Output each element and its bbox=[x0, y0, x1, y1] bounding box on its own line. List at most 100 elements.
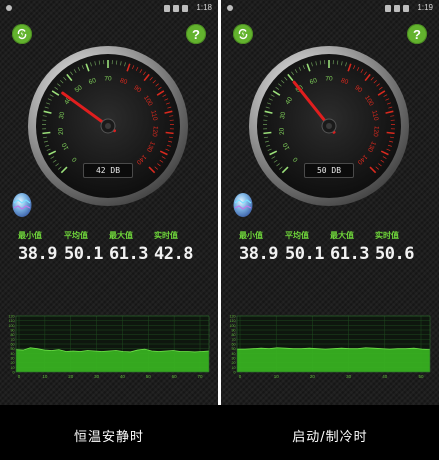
stat-label: 最小值 bbox=[18, 231, 42, 240]
stat-realtime: 实时值 42.8 bbox=[154, 230, 204, 264]
stat-min: 最小值 38.9 bbox=[18, 230, 68, 264]
chart-x-tick-label: 30 bbox=[94, 374, 100, 379]
chart-x-tick-label: 70 bbox=[197, 374, 203, 379]
signal-icon bbox=[385, 4, 391, 12]
gauge-tick bbox=[386, 131, 395, 135]
gauge-reading: 42 DB bbox=[83, 163, 133, 178]
chart-x-tick-label: 30 bbox=[346, 374, 352, 379]
refresh-bolt-icon bbox=[17, 28, 27, 40]
chart-x-tick-label: 0 bbox=[18, 374, 21, 379]
chart-y-tick-label: 40 bbox=[232, 352, 236, 356]
chart-area-series bbox=[237, 347, 430, 372]
stat-value: 38.9 bbox=[239, 244, 278, 264]
chart-y-tick-label: 110 bbox=[230, 319, 236, 323]
sound-level-gauge: 0102030405060708090100110120130140 bbox=[28, 46, 188, 206]
stat-max: 最大值 61.3 bbox=[109, 230, 159, 264]
caption-right: 启动/制冷时 bbox=[292, 430, 368, 445]
stat-label: 最大值 bbox=[330, 231, 354, 240]
gauge-tick-label: 70 bbox=[104, 76, 112, 83]
chart-x-tick-label: 40 bbox=[120, 374, 126, 379]
caption-left: 恒温安静时 bbox=[73, 430, 144, 445]
chart-y-tick-label: 20 bbox=[232, 361, 236, 365]
chart-y-tick-label: 30 bbox=[11, 357, 15, 361]
chart-x-tick-label: 50 bbox=[418, 374, 424, 379]
chart-y-tick-label: 90 bbox=[11, 329, 15, 333]
refresh-bolt-icon bbox=[238, 28, 248, 40]
caption-bar: 恒温安静时 启动/制冷时 bbox=[0, 405, 439, 460]
chart-y-tick-label: 10 bbox=[11, 366, 15, 370]
decibel-history-chart: 12011010090807060504030201000 10 20 30 40 50 6… bbox=[9, 315, 210, 379]
notification-icon bbox=[6, 5, 12, 11]
gauge-tick-label: 20 bbox=[57, 127, 65, 135]
chart-y-tick-label: 0 bbox=[234, 371, 236, 375]
status-bar: 1:18 bbox=[0, 0, 218, 16]
chart-y-tick-label: 60 bbox=[11, 343, 15, 347]
stats-row: 最小值 38.9 平均值 50.1 最大值 61.3 实时值 42.8 bbox=[0, 230, 218, 270]
gauge-tick-label: 20 bbox=[278, 127, 286, 135]
chart-x-tick-label: 10 bbox=[42, 374, 48, 379]
help-button[interactable]: ? bbox=[407, 24, 427, 44]
chart-y-tick-label: 70 bbox=[232, 338, 236, 342]
gauge-reading: 50 DB bbox=[304, 163, 354, 178]
stat-realtime: 实时值 50.6 bbox=[375, 230, 425, 264]
chart-y-tick-label: 100 bbox=[230, 324, 236, 328]
chart-y-tick-label: 80 bbox=[232, 333, 236, 337]
status-bar: 1:19 bbox=[221, 0, 439, 16]
stat-value: 42.8 bbox=[154, 244, 193, 264]
stat-value: 61.3 bbox=[109, 244, 148, 264]
chart-y-tick-label: 60 bbox=[232, 343, 236, 347]
phone-screen-left: 1:18 ? 0 10 20 30 40 50 60 70 80 90 100 110 120 130 14… bbox=[0, 0, 218, 405]
chart-y-tick-label: 120 bbox=[230, 315, 236, 319]
chart-x-tick-label: 60 bbox=[172, 374, 178, 379]
phone-screen-right: 1:19 ? 010203040506070809010011012013014… bbox=[221, 0, 439, 405]
status-icons bbox=[385, 3, 409, 13]
stat-value: 50.1 bbox=[285, 244, 324, 264]
status-time: 1:18 bbox=[196, 3, 212, 12]
signal-icon bbox=[164, 4, 170, 12]
chart-x-tick-label: 50 bbox=[146, 374, 152, 379]
refresh-button[interactable] bbox=[12, 24, 32, 44]
chart-y-tick-label: 30 bbox=[232, 357, 236, 361]
gauge-tick-label: 120 bbox=[151, 125, 159, 137]
stat-max: 最大值 61.3 bbox=[330, 230, 380, 264]
stat-value: 50.6 bbox=[375, 244, 414, 264]
stat-avg: 平均值 50.1 bbox=[64, 230, 114, 264]
gauge-tick-label: 120 bbox=[372, 125, 380, 137]
stat-label: 实时值 bbox=[154, 231, 178, 240]
chart-y-tick-label: 50 bbox=[232, 347, 236, 351]
decibel-history-chart: 12011010090807060504030201000 10 20 30 40 50 bbox=[230, 315, 431, 379]
notification-icon bbox=[227, 5, 233, 11]
sound-level-gauge: 0102030405060708090100110120130140 bbox=[249, 46, 409, 206]
easter-egg-icon[interactable] bbox=[11, 190, 33, 218]
help-button[interactable]: ? bbox=[186, 24, 206, 44]
stat-value: 61.3 bbox=[330, 244, 369, 264]
chart-y-tick-label: 110 bbox=[9, 319, 15, 323]
chart-y-tick-label: 70 bbox=[11, 338, 15, 342]
stat-min: 最小值 38.9 bbox=[239, 230, 289, 264]
stat-avg: 平均值 50.1 bbox=[285, 230, 335, 264]
wifi-icon bbox=[394, 4, 400, 12]
gauge-tick bbox=[263, 131, 272, 135]
stat-value: 38.9 bbox=[18, 244, 57, 264]
stat-label: 最大值 bbox=[109, 231, 133, 240]
refresh-button[interactable] bbox=[233, 24, 253, 44]
stat-label: 平均值 bbox=[285, 231, 309, 240]
easter-egg-icon[interactable] bbox=[232, 190, 254, 218]
gauge-hub-cap bbox=[326, 123, 332, 129]
status-time: 1:19 bbox=[417, 3, 433, 12]
chart-y-tick-label: 120 bbox=[9, 315, 15, 319]
stats-row: 最小值 38.9 平均值 50.1 最大值 61.3 实时值 50.6 bbox=[221, 230, 439, 270]
chart-x-tick-label: 0 bbox=[239, 374, 242, 379]
gauge-hub-cap bbox=[105, 123, 111, 129]
stat-label: 平均值 bbox=[64, 231, 88, 240]
chart-x-tick-label: 20 bbox=[68, 374, 74, 379]
stat-value: 50.1 bbox=[64, 244, 103, 264]
gauge-tick bbox=[165, 131, 174, 135]
chart-y-tick-label: 0 bbox=[13, 371, 15, 375]
chart-y-tick-label: 10 bbox=[232, 366, 236, 370]
gauge-tick-label: 70 bbox=[325, 76, 333, 83]
chart-x-tick-label: 20 bbox=[310, 374, 316, 379]
chart-x-tick-label: 40 bbox=[382, 374, 388, 379]
status-icons bbox=[164, 3, 188, 13]
chart-y-tick-label: 20 bbox=[11, 361, 15, 365]
